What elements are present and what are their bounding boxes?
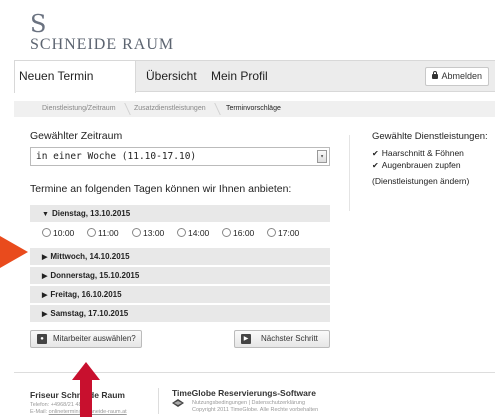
period-heading: Gewählter Zeitraum bbox=[30, 130, 123, 142]
breadcrumb-step-service[interactable]: Dienstleistung/Zeitraum bbox=[42, 101, 116, 117]
annotation-arrow-up-icon bbox=[72, 362, 100, 380]
period-select-value: in einer Woche (11.10-17.10) bbox=[36, 151, 197, 162]
footer-copyright: Copyright 2011 TimeGlobe. Alle Rechte vo… bbox=[192, 407, 319, 413]
person-icon: ● bbox=[37, 334, 47, 344]
check-icon: ✔ bbox=[372, 161, 379, 170]
time-slot-label: 14:00 bbox=[188, 228, 210, 238]
check-icon: ✔ bbox=[372, 149, 379, 158]
selected-services-heading: Gewählte Dienstleistungen: bbox=[372, 131, 488, 142]
brand-logo: S SCHNEIDE RAUM bbox=[30, 12, 174, 54]
logo-mark: S bbox=[30, 10, 47, 38]
breadcrumb-step-proposals: Terminvorschläge bbox=[226, 105, 281, 112]
change-services-link[interactable]: (Dienstleistungen ändern) bbox=[372, 176, 469, 186]
day-label: Mittwoch, 14.10.2015 bbox=[50, 252, 130, 261]
breadcrumb: Dienstleistung/Zeitraum Zusatzdienstleis… bbox=[14, 101, 495, 117]
annotation-arrow-up-shaft bbox=[80, 378, 92, 417]
radio-icon bbox=[267, 228, 276, 238]
day-row-saturday[interactable]: ▶ Samstag, 17.10.2015 bbox=[30, 305, 330, 322]
radio-icon bbox=[42, 228, 51, 238]
dates-heading: Termine an folgenden Tagen können wir Ih… bbox=[30, 183, 292, 195]
time-slot-radio[interactable]: 16:00 bbox=[222, 228, 254, 238]
radio-icon bbox=[87, 228, 96, 238]
logout-button[interactable]: Abmelden bbox=[425, 67, 489, 86]
timeglobe-logo-icon bbox=[172, 399, 184, 407]
footer-column-divider bbox=[158, 388, 159, 414]
service-label: Haarschnitt & Föhnen bbox=[381, 148, 464, 158]
dropdown-arrow-icon: ▾ bbox=[317, 150, 327, 163]
radio-icon bbox=[222, 228, 231, 238]
collapsed-triangle-icon: ▶ bbox=[42, 292, 48, 299]
select-staff-label: Mitarbeiter auswählen? bbox=[53, 334, 136, 343]
day-label: Freitag, 16.10.2015 bbox=[50, 290, 122, 299]
logout-label: Abmelden bbox=[441, 71, 482, 81]
time-slot-label: 17:00 bbox=[278, 228, 300, 238]
time-slot-radio[interactable]: 11:00 bbox=[87, 228, 119, 238]
main-tab-bar: Neuen Termin buchen Übersicht Mein Profi… bbox=[14, 60, 495, 114]
next-step-label: Nächster Schritt bbox=[261, 334, 318, 343]
expanded-triangle-icon: ▼ bbox=[42, 211, 49, 218]
tab-label: Übersicht bbox=[146, 69, 197, 83]
tab-label: Mein Profil bbox=[211, 69, 268, 83]
day-row-wednesday[interactable]: ▶ Mittwoch, 14.10.2015 bbox=[30, 248, 330, 265]
service-label: Augenbrauen zupfen bbox=[381, 160, 461, 170]
breadcrumb-separator bbox=[207, 103, 221, 115]
radio-icon bbox=[177, 228, 186, 238]
selected-service-item: ✔ Haarschnitt & Föhnen bbox=[372, 148, 464, 158]
footer-phone: Telefon: +4968/21 484 bbox=[30, 402, 85, 408]
next-step-button[interactable]: ▶ Nächster Schritt bbox=[234, 330, 330, 348]
brand-name: SCHNEIDE RAUM bbox=[30, 36, 175, 53]
collapsed-triangle-icon: ▶ bbox=[42, 273, 48, 280]
collapsed-triangle-icon: ▶ bbox=[42, 311, 48, 318]
footer-email-line: E-Mail: onlinetermin@schneide-raum.at bbox=[30, 409, 127, 415]
period-select[interactable]: in einer Woche (11.10-17.10) ▾ bbox=[30, 147, 330, 166]
annotation-arrow-right bbox=[0, 236, 28, 268]
time-slot-label: 11:00 bbox=[98, 228, 119, 238]
lock-icon bbox=[432, 71, 439, 79]
collapsed-triangle-icon: ▶ bbox=[42, 254, 48, 261]
time-slot-radio[interactable]: 13:00 bbox=[132, 228, 164, 238]
footer-legal-links[interactable]: Nutzungsbedingungen | Datenschutzerkläru… bbox=[192, 400, 305, 406]
day-label: Donnerstag, 15.10.2015 bbox=[50, 271, 140, 280]
day-label: Samstag, 17.10.2015 bbox=[50, 309, 129, 318]
arrow-right-icon: ▶ bbox=[241, 334, 251, 344]
radio-icon bbox=[132, 228, 141, 238]
day-label: Dienstag, 13.10.2015 bbox=[51, 209, 131, 218]
time-slot-label: 13:00 bbox=[143, 228, 165, 238]
day-row-tuesday[interactable]: ▼ Dienstag, 13.10.2015 bbox=[30, 205, 330, 222]
footer-email-prefix: E-Mail: bbox=[30, 409, 48, 415]
footer-software-name: TimeGlobe Reservierungs-Software bbox=[172, 388, 316, 398]
time-slot-radio[interactable]: 14:00 bbox=[177, 228, 209, 238]
tab-overview[interactable]: Übersicht bbox=[146, 61, 206, 92]
day-row-friday[interactable]: ▶ Freitag, 16.10.2015 bbox=[30, 286, 330, 303]
tab-profile[interactable]: Mein Profil bbox=[211, 61, 281, 92]
breadcrumb-separator bbox=[117, 103, 131, 115]
time-slot-radio[interactable]: 17:00 bbox=[267, 228, 299, 238]
time-slot-radio[interactable]: 10:00 bbox=[42, 228, 74, 238]
breadcrumb-step-extras[interactable]: Zusatzdienstleistungen bbox=[134, 101, 206, 117]
footer-salon-name: Friseur Schneide Raum bbox=[30, 390, 125, 400]
day-row-thursday[interactable]: ▶ Donnerstag, 15.10.2015 bbox=[30, 267, 330, 284]
tab-new-booking[interactable]: Neuen Termin buchen bbox=[14, 61, 136, 114]
sidebar-divider bbox=[349, 135, 350, 211]
time-slot-label: 10:00 bbox=[53, 228, 75, 238]
time-slot-label: 16:00 bbox=[233, 228, 255, 238]
selected-service-item: ✔ Augenbrauen zupfen bbox=[372, 160, 461, 170]
time-slot-group: 10:00 11:00 13:00 14:00 16:00 17:00 bbox=[30, 222, 330, 246]
select-staff-button[interactable]: ● Mitarbeiter auswählen? bbox=[30, 330, 142, 348]
